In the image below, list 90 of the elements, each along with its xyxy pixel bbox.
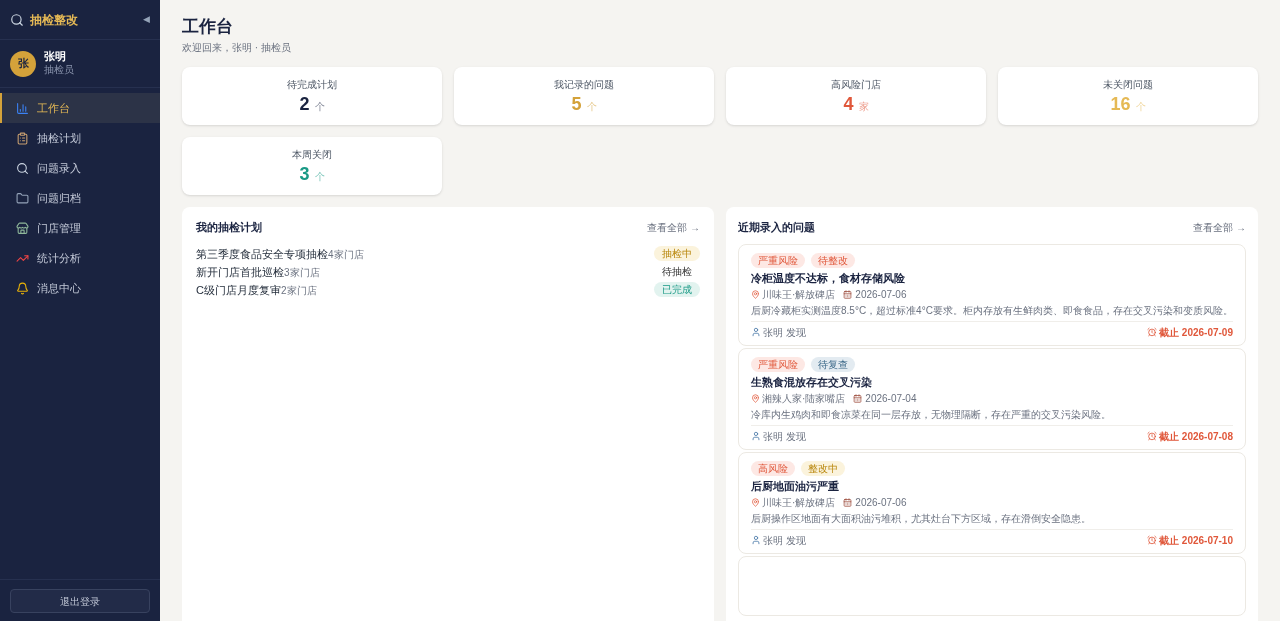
alarm-clock-icon <box>1147 535 1158 546</box>
issue-reporter: 张明 发现 <box>763 429 806 443</box>
stat-label: 待完成计划 <box>287 78 337 92</box>
plan-store-count: 3家门店 <box>284 265 320 280</box>
stat-unit: 个 <box>1135 100 1146 114</box>
plan-status: 抽检中 <box>654 246 700 262</box>
stat-value: 3 <box>299 163 310 186</box>
plan-store-count: 4家门店 <box>328 247 364 262</box>
issue-description: 后厨操作区地面有大面积油污堆积，尤其灶台下方区域，存在滑倒安全隐患。 <box>751 511 1092 525</box>
search-icon <box>16 161 29 175</box>
store-icon <box>16 221 29 235</box>
user-avatar: 张 <box>10 50 36 77</box>
user-icon <box>751 431 761 442</box>
issue-description: 后厨冷藏柜实测温度8.5°C，超过标准4°C要求。柜内存放有生鲜肉类、即食食品，存在交叉污染和变质风险。 <box>751 303 1233 317</box>
issue-tag: 高风险 <box>751 460 795 476</box>
stat-unit: 家 <box>858 100 869 114</box>
stat-unit: 个 <box>314 100 325 114</box>
page-title: 工作台 <box>182 16 234 38</box>
bar-chart-icon <box>16 101 29 115</box>
folder-icon <box>16 191 29 205</box>
plan-name[interactable]: 第三季度食品安全专项抽检 <box>196 245 328 262</box>
nav-item[interactable]: 抽检计划 <box>0 123 160 153</box>
stat-value: 2 <box>299 93 310 116</box>
collapse-button[interactable]: ◀ <box>143 12 150 27</box>
issue-deadline: 截止 2026-07-08 <box>1159 429 1233 443</box>
calendar-icon <box>843 497 853 507</box>
stat-label: 本周关闭 <box>292 148 332 162</box>
view-all-link[interactable]: 查看全部 → <box>1193 220 1246 235</box>
pin-icon <box>751 497 760 507</box>
nav-item[interactable]: 问题归档 <box>0 183 160 213</box>
stat-unit: 个 <box>586 100 597 114</box>
plan-name[interactable]: C级门店月度复审 <box>196 281 281 298</box>
pin-icon <box>751 289 760 299</box>
issue-deadline: 截止 2026-07-09 <box>1159 325 1233 339</box>
issue-tag: 整改中 <box>801 460 845 476</box>
issue-reporter: 张明 发现 <box>763 533 806 547</box>
issue-date: 2026-07-06 <box>855 287 907 301</box>
user-role: 抽检员 <box>44 64 74 77</box>
calendar-icon <box>853 393 863 403</box>
nav-item[interactable]: 消息中心 <box>0 273 160 303</box>
issue-store: 川味王·解放碑店 <box>762 287 836 301</box>
pin-icon <box>751 393 760 403</box>
plan-status: 待抽检 <box>661 265 693 280</box>
page-subtitle: 欢迎回来，张明 · 抽检员 <box>182 41 292 56</box>
nav-item[interactable]: 统计分析 <box>0 243 160 273</box>
issue-card[interactable] <box>738 555 1246 616</box>
plan-status: 已完成 <box>654 282 700 298</box>
stat-value: 5 <box>571 93 582 116</box>
stat-value: 16 <box>1110 93 1131 116</box>
nav-item[interactable]: 问题录入 <box>0 153 160 183</box>
view-all-link[interactable]: 查看全部 → <box>647 220 700 235</box>
stat-value: 4 <box>843 93 854 116</box>
issue-date: 2026-07-04 <box>865 391 917 405</box>
issue-tag: 严重风险 <box>751 356 805 372</box>
issue-reporter: 张明 发现 <box>763 325 806 339</box>
issue-title: 后厨地面油污严重 <box>751 479 840 493</box>
panel-title: 我的抽检计划 <box>196 220 262 236</box>
issue-card[interactable]: 严重风险 待整改 冷柜温度不达标，食材存储风险 川味王·解放碑店 2026-07-06 后厨冷藏柜实测温度8.5°C，超过标准4°C要求。柜内存放有生鲜肉类、即食食品，存在交叉污染和变质风险。 张明 发现 截止 2026-07-09 <box>738 243 1246 346</box>
stat-unit: 个 <box>314 170 325 184</box>
app-name: 抽检整改 <box>30 11 78 29</box>
alarm-clock-icon <box>1147 327 1158 338</box>
issue-title: 生熟食混放存在交叉污染 <box>751 375 873 389</box>
issue-tag: 待复查 <box>811 356 855 372</box>
issue-description: 冷库内生鸡肉和即食凉菜在同一层存放，无物理隔断，存在严重的交叉污染风险。 <box>751 407 1112 421</box>
issue-card[interactable]: 高风险 整改中 后厨地面油污严重 川味王·解放碑店 2026-07-06 后厨操作区地面有大面积油污堆积，尤其灶台下方区域，存在滑倒安全隐患。 张明 发现 截止 2026-07-10 <box>738 451 1246 554</box>
stat-label: 未关闭问题 <box>1103 78 1153 92</box>
user-icon <box>751 327 761 338</box>
issue-date: 2026-07-06 <box>855 495 907 509</box>
nav-item[interactable]: 门店管理 <box>0 213 160 243</box>
issue-card[interactable]: 严重风险 待复查 生熟食混放存在交叉污染 湘辣人家·陆家嘴店 2026-07-04 冷库内生鸡肉和即食凉菜在同一层存放，无物理隔断，存在严重的交叉污染风险。 张明 发现 截止 2026-07-08 <box>738 347 1246 450</box>
user-name: 张明 <box>44 50 67 64</box>
clipboard-icon <box>16 131 29 145</box>
issue-store: 川味王·解放碑店 <box>762 495 836 509</box>
issue-deadline: 截止 2026-07-10 <box>1159 533 1233 547</box>
calendar-icon <box>843 289 853 299</box>
issue-tag: 待整改 <box>811 252 855 268</box>
issue-store: 湘辣人家·陆家嘴店 <box>762 391 846 405</box>
alarm-clock-icon <box>1147 431 1158 442</box>
plan-store-count: 2家门店 <box>280 283 317 298</box>
search-icon <box>10 12 24 27</box>
user-icon <box>751 535 761 546</box>
issue-tag: 严重风险 <box>751 252 805 268</box>
nav-item[interactable]: 工作台 <box>0 93 160 123</box>
stat-label: 高风险门店 <box>831 78 881 92</box>
plan-name[interactable]: 新开门店首批巡检 <box>196 263 284 280</box>
logout-button[interactable]: 退出登录 <box>10 589 150 613</box>
stat-label: 我记录的问题 <box>554 78 614 92</box>
panel-title: 近期录入的问题 <box>738 220 815 236</box>
issue-title: 冷柜温度不达标，食材存储风险 <box>751 271 906 285</box>
bell-icon <box>16 281 29 295</box>
